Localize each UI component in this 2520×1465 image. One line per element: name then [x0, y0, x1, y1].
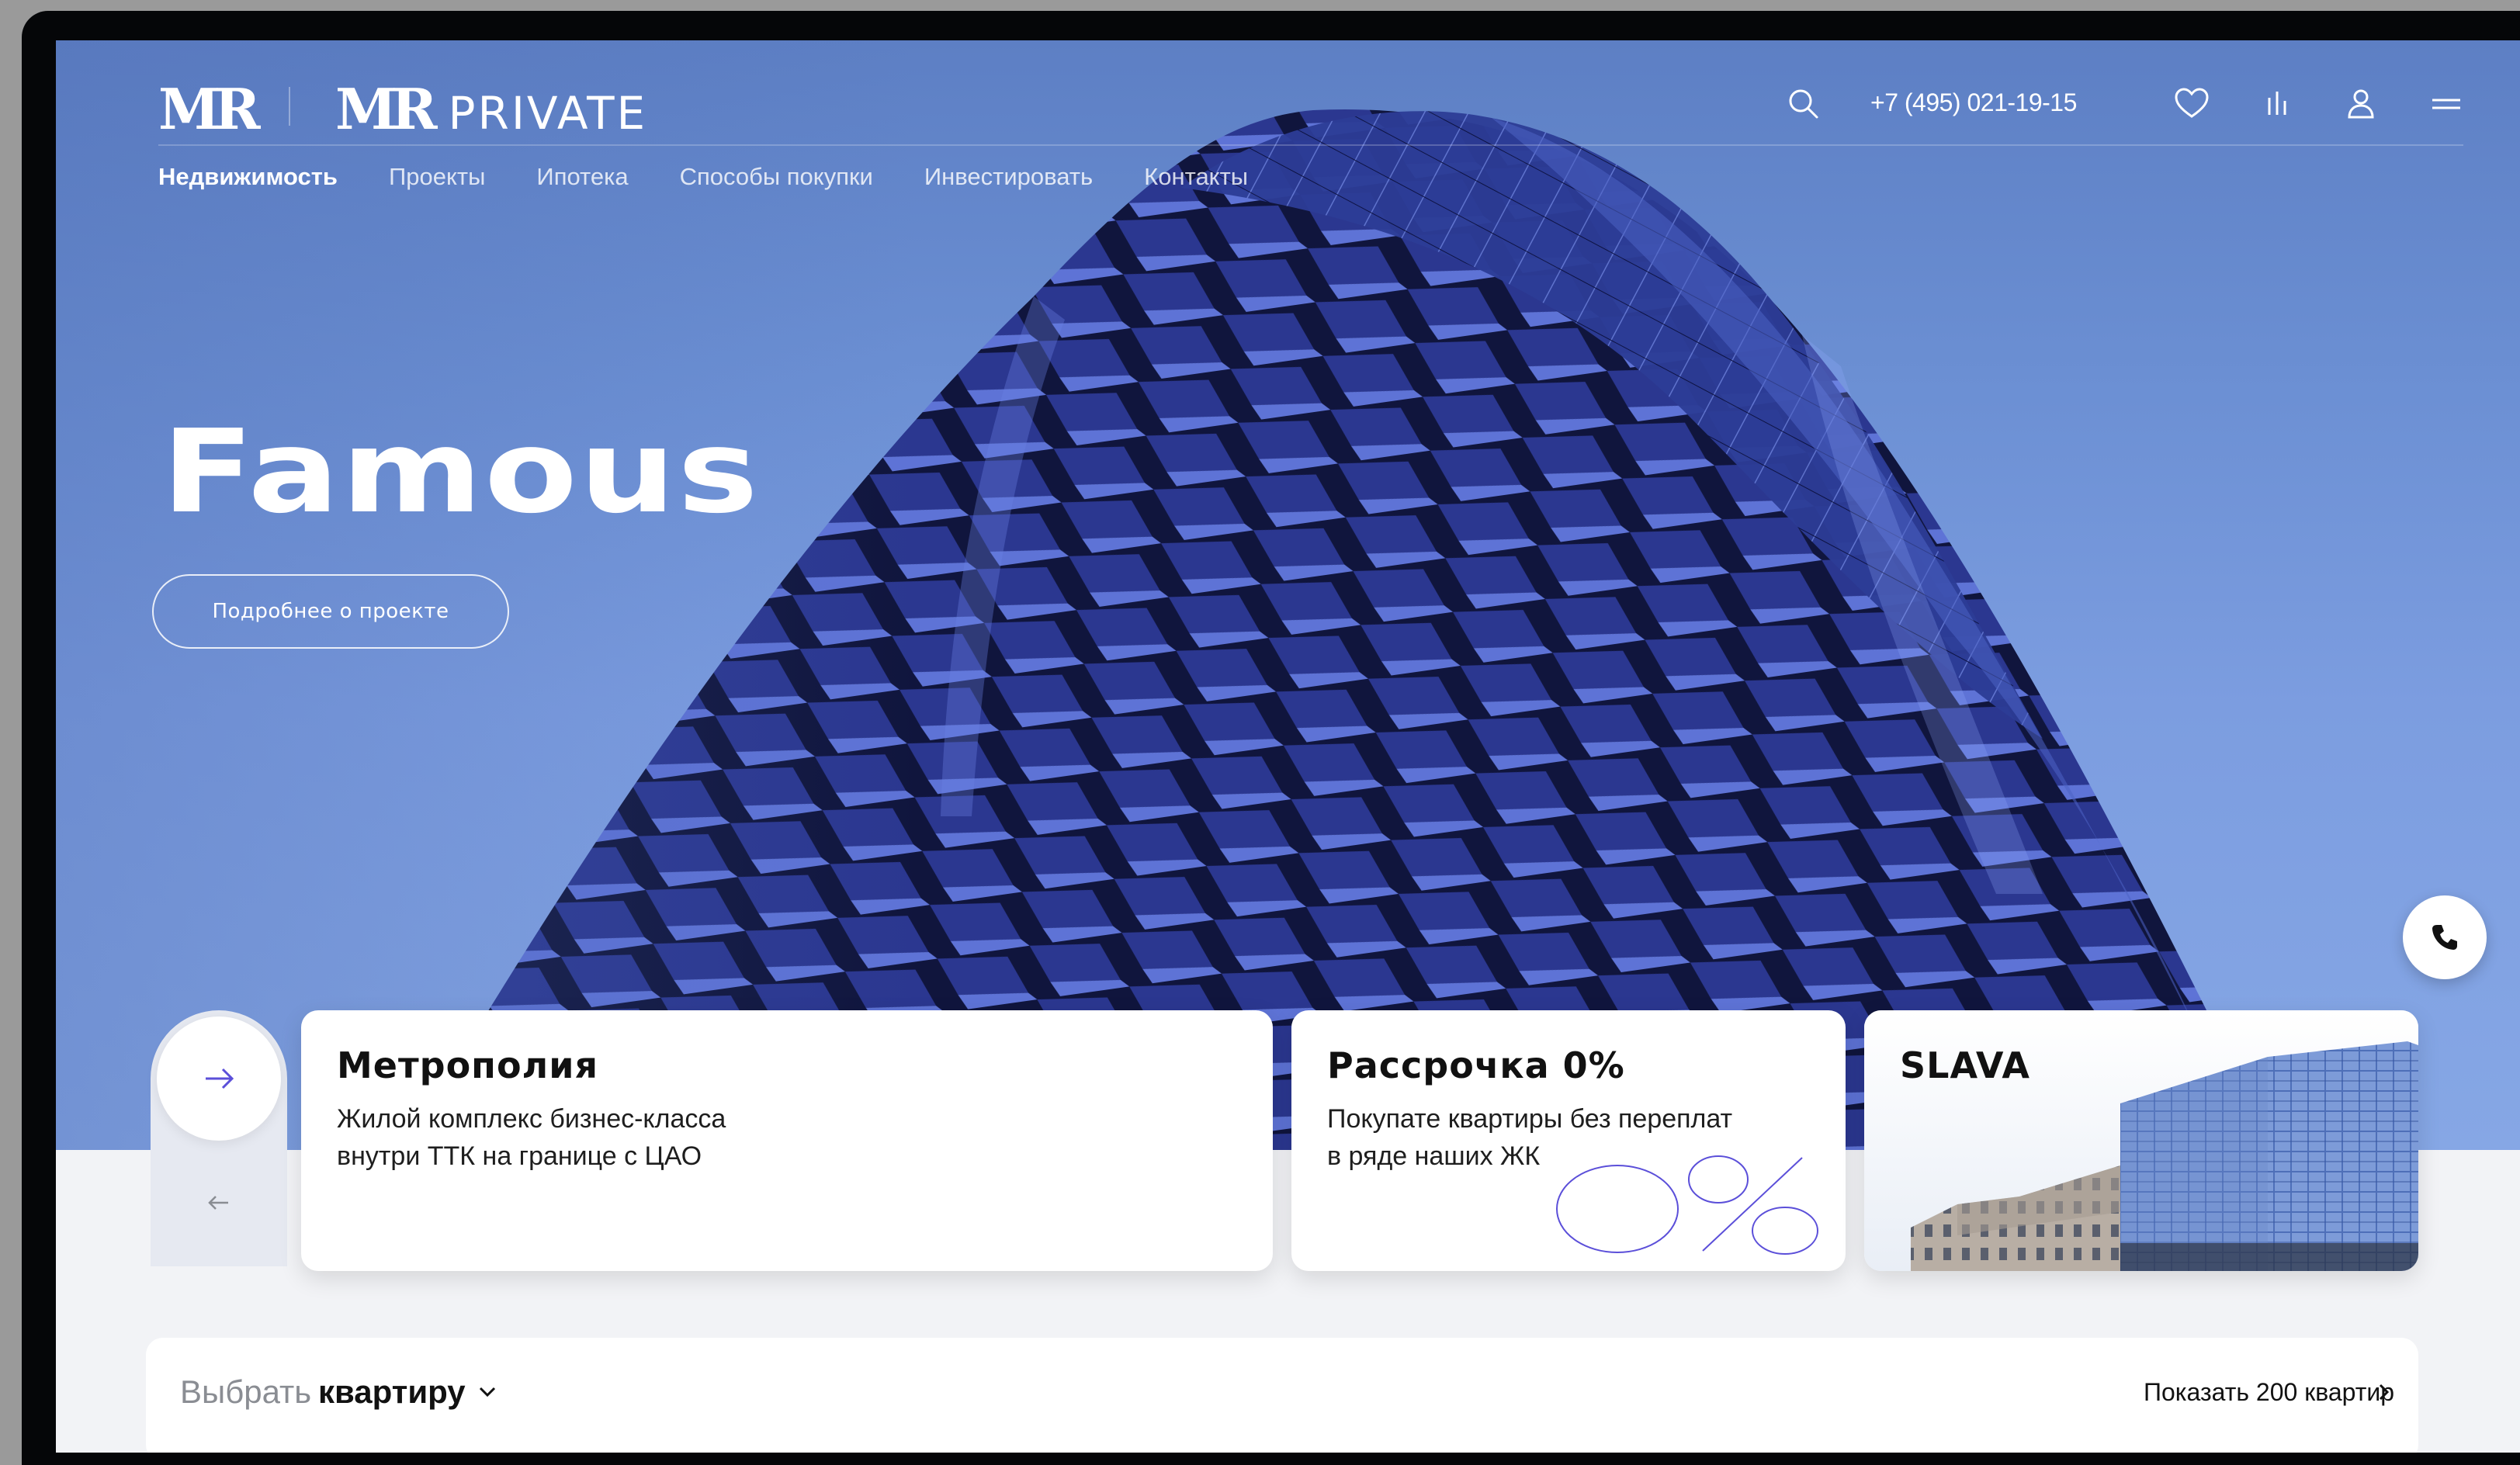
nav-item-purchase-methods[interactable]: Способы покупки — [680, 163, 873, 191]
nav-item-mortgage[interactable]: Ипотека — [536, 163, 628, 191]
card-line-1: Покупате квартиры без переплат — [1327, 1104, 1733, 1134]
mr-private-logo[interactable]: MR PRIVATE — [335, 76, 647, 142]
apartment-select-bar: Выбрать квартиру Показать 200 квартир — [146, 1338, 2418, 1453]
hero-title: Famous — [161, 405, 761, 539]
card-installment[interactable]: Рассрочка 0% Покупате квартиры без переп… — [1291, 1010, 1846, 1271]
browser-screen: MR MR PRIVATE +7 (495) 021-19-15 Недвижи… — [56, 40, 2520, 1453]
user-icon[interactable] — [2341, 84, 2381, 124]
mr-logo[interactable]: MR — [158, 76, 261, 142]
show-apartments-link[interactable]: Показать 200 квартир — [2144, 1378, 2394, 1407]
chevron-right-icon[interactable] — [2370, 1378, 2398, 1406]
card-title: Рассрочка 0% — [1327, 1044, 1625, 1086]
main-nav: Недвижимость Проекты Ипотека Способы пок… — [158, 163, 1248, 191]
card-line-2: в ряде наших ЖК — [1327, 1141, 1541, 1171]
nav-item-real-estate[interactable]: Недвижимость — [158, 163, 338, 191]
call-button[interactable] — [2403, 895, 2487, 979]
card-title: Метрополия — [337, 1044, 599, 1086]
chevron-down-icon[interactable] — [473, 1378, 501, 1406]
zero-percent-graphic — [1556, 1155, 1818, 1255]
nav-item-projects[interactable]: Проекты — [389, 163, 485, 191]
header-divider — [158, 144, 2463, 146]
select-label: Выбрать — [180, 1373, 312, 1410]
search-icon[interactable] — [1783, 84, 1824, 124]
card-title: SLAVA — [1900, 1044, 2030, 1086]
hero-banner: MR MR PRIVATE +7 (495) 021-19-15 Недвижи… — [56, 40, 2520, 1150]
brand-name: PRIVATE — [448, 87, 648, 140]
brand-mark: MR — [335, 76, 438, 142]
property-type-dropdown[interactable]: квартиру — [318, 1373, 466, 1411]
compare-icon[interactable] — [2257, 84, 2297, 124]
card-description: Жилой комплекс бизнес-класса внутри ТТК н… — [337, 1100, 1237, 1175]
nav-item-contacts[interactable]: Контакты — [1144, 163, 1248, 191]
card-slava[interactable]: SLAVA — [1864, 1010, 2418, 1271]
nav-item-invest[interactable]: Инвестировать — [924, 163, 1093, 191]
slider-prev-button[interactable] — [197, 1181, 241, 1224]
phone-icon — [2432, 925, 2457, 950]
logo-divider — [289, 87, 290, 126]
menu-icon[interactable] — [2426, 84, 2466, 124]
arrow-left-icon — [208, 1196, 228, 1210]
card-metropolia[interactable]: Метрополия Жилой комплекс бизнес-класса в… — [301, 1010, 1273, 1271]
arrow-right-icon — [206, 1068, 234, 1089]
card-line-2: внутри ТТК на границе с ЦАО — [337, 1141, 702, 1171]
phone-number[interactable]: +7 (495) 021-19-15 — [1870, 88, 2077, 117]
project-details-button[interactable]: Подробнее о проекте — [152, 574, 509, 649]
heart-icon[interactable] — [2172, 84, 2212, 124]
slider-next-button[interactable] — [157, 1016, 281, 1141]
card-line-1: Жилой комплекс бизнес-класса — [337, 1104, 726, 1134]
